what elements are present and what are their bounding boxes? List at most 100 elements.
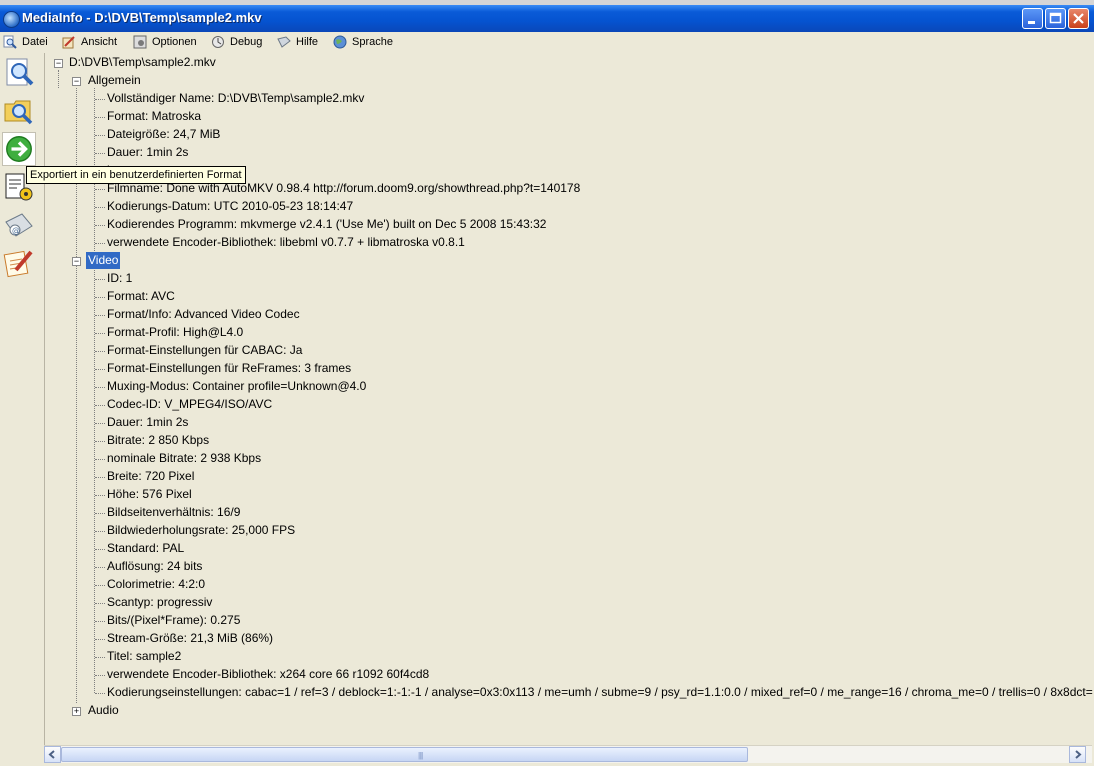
edit-button[interactable] <box>2 246 36 280</box>
expander-allgemein[interactable]: − <box>72 77 81 86</box>
tree-item[interactable]: verwendete Encoder-Bibliothek: x264 core… <box>107 666 429 683</box>
tree-connector <box>95 603 105 604</box>
menu-hilfe[interactable]: Hilfe <box>277 34 318 50</box>
open-file-button[interactable] <box>2 56 36 90</box>
tree-item[interactable]: Kodierungseinstellungen: cabac=1 / ref=3… <box>107 684 1093 701</box>
tree-root[interactable]: D:\DVB\Temp\sample2.mkv <box>69 54 216 71</box>
tree-item[interactable]: Codec-ID: V_MPEG4/ISO/AVC <box>107 396 272 413</box>
expander-audio[interactable]: + <box>72 707 81 716</box>
tree-connector <box>95 351 105 352</box>
tree-item[interactable]: Auflösung: 24 bits <box>107 558 202 575</box>
open-folder-button[interactable] <box>2 94 36 128</box>
email-button[interactable]: @ <box>2 208 36 242</box>
menu-hilfe-label: Hilfe <box>296 36 319 48</box>
tree-video[interactable]: Video <box>86 252 121 269</box>
tree-connector <box>95 99 105 100</box>
tree-item[interactable]: Format-Einstellungen für CABAC: Ja <box>107 342 302 359</box>
help-icon <box>277 36 291 48</box>
arrow-right-icon <box>6 136 32 162</box>
expander-video[interactable]: − <box>72 257 81 266</box>
mediainfo-app-icon[interactable] <box>3 11 20 28</box>
tree-item[interactable]: Bildwiederholungsrate: 25,000 FPS <box>107 522 295 539</box>
tree-connector <box>95 639 105 640</box>
debug-icon <box>212 36 224 48</box>
tree-connector <box>95 567 105 568</box>
tree-connector <box>95 117 105 118</box>
tree-item[interactable]: Muxing-Modus: Container profile=Unknown@… <box>107 378 366 395</box>
tree-connector <box>95 441 105 442</box>
tree-connector <box>95 477 105 478</box>
tree-connector <box>95 153 105 154</box>
tree-connector <box>95 369 105 370</box>
tree-item[interactable]: Stream-Größe: 21,3 MiB (86%) <box>107 630 273 647</box>
tree-item[interactable]: nominale Bitrate: 2 938 Kbps <box>107 450 261 467</box>
tree-item[interactable]: Kodierungs-Datum: UTC 2010-05-23 18:14:4… <box>107 198 353 215</box>
magnifier-icon <box>3 35 17 49</box>
tree-allgemein[interactable]: Allgemein <box>88 72 141 89</box>
svg-text:@: @ <box>12 226 20 235</box>
chevron-left-icon <box>48 750 55 759</box>
tree-item[interactable]: Dauer: 1min 2s <box>107 144 188 161</box>
scroll-thumb[interactable]: |||| <box>61 747 748 762</box>
tree-item[interactable]: Scantyp: progressiv <box>107 594 212 611</box>
export-button[interactable] <box>2 132 36 166</box>
tree-item[interactable]: Kodierendes Programm: mkvmerge v2.4.1 ('… <box>107 216 546 233</box>
menu-datei[interactable]: Datei <box>3 34 48 50</box>
menu-optionen-label: Optionen <box>152 36 197 48</box>
export-tooltip: Exportiert in ein benutzerdefinierten Fo… <box>26 166 246 184</box>
tree-connector <box>95 225 105 226</box>
tree-connector <box>95 657 105 658</box>
tree-item[interactable]: Bitrate: 2 850 Kbps <box>107 432 209 449</box>
tree-item[interactable]: Vollständiger Name: D:\DVB\Temp\sample2.… <box>107 90 364 107</box>
tree-item[interactable]: verwendete Encoder-Bibliothek: libebml v… <box>107 234 465 251</box>
open-folder-icon <box>4 100 33 125</box>
chevron-right-icon <box>1075 750 1082 759</box>
tree-item[interactable]: Dateigröße: 24,7 MiB <box>107 126 220 143</box>
tree-item[interactable]: Format: AVC <box>107 288 175 305</box>
close-icon <box>1073 13 1084 24</box>
tree-item[interactable]: ID: 1 <box>107 270 132 287</box>
tree-item[interactable]: Breite: 720 Pixel <box>107 468 194 485</box>
tree-item[interactable]: Colorimetrie: 4:2:0 <box>107 576 205 593</box>
tree-item[interactable]: Höhe: 576 Pixel <box>107 486 192 503</box>
scroll-right-button[interactable] <box>1069 746 1086 763</box>
tree-item[interactable]: Standard: PAL <box>107 540 184 557</box>
horizontal-scrollbar[interactable]: |||| <box>44 745 1092 763</box>
tree-connector <box>95 333 105 334</box>
tree-item[interactable]: Titel: sample2 <box>107 648 181 665</box>
close-button[interactable] <box>1068 8 1089 29</box>
tree-connector <box>95 423 105 424</box>
maximize-button[interactable] <box>1045 8 1066 29</box>
tree-item[interactable]: Dauer: 1min 2s <box>107 414 188 431</box>
open-file-icon <box>6 58 34 86</box>
title-bar[interactable]: MediaInfo - D:\DVB\Temp\sample2.mkv <box>0 5 1094 32</box>
tree-item[interactable]: Format/Info: Advanced Video Codec <box>107 306 300 323</box>
menu-datei-label: Datei <box>22 36 48 48</box>
tree-item[interactable]: Format-Einstellungen für ReFrames: 3 fra… <box>107 360 351 377</box>
minimize-button[interactable] <box>1022 8 1043 29</box>
tree-connector <box>95 207 105 208</box>
tree-connector <box>95 189 105 190</box>
menu-optionen[interactable]: Optionen <box>133 34 197 50</box>
tree-audio[interactable]: Audio <box>88 702 119 719</box>
tree-connector <box>95 135 105 136</box>
tree-item[interactable]: Bits/(Pixel*Frame): 0.275 <box>107 612 240 629</box>
menu-debug[interactable]: Debug <box>211 34 262 50</box>
expander-root[interactable]: − <box>54 59 63 68</box>
tree-connector <box>95 387 105 388</box>
maximize-icon <box>1049 12 1062 24</box>
mediainfo-window: MediaInfo - D:\DVB\Temp\sample2.mkv Date… <box>0 0 1094 766</box>
window-title: MediaInfo - D:\DVB\Temp\sample2.mkv <box>22 10 262 25</box>
tree-connector <box>95 621 105 622</box>
scroll-left-button[interactable] <box>44 746 61 763</box>
globe-icon <box>333 35 347 49</box>
tree-item[interactable]: Format: Matroska <box>107 108 201 125</box>
menu-sprache[interactable]: Sprache <box>333 34 393 50</box>
tree-item[interactable]: Bildseitenverhältnis: 16/9 <box>107 504 240 521</box>
notepad-pencil-icon <box>3 250 33 278</box>
tree-item[interactable]: Format-Profil: High@L4.0 <box>107 324 243 341</box>
tree-connector <box>95 531 105 532</box>
tree-connector <box>95 495 105 496</box>
tree-connector <box>95 405 105 406</box>
menu-ansicht[interactable]: Ansicht <box>62 34 117 50</box>
